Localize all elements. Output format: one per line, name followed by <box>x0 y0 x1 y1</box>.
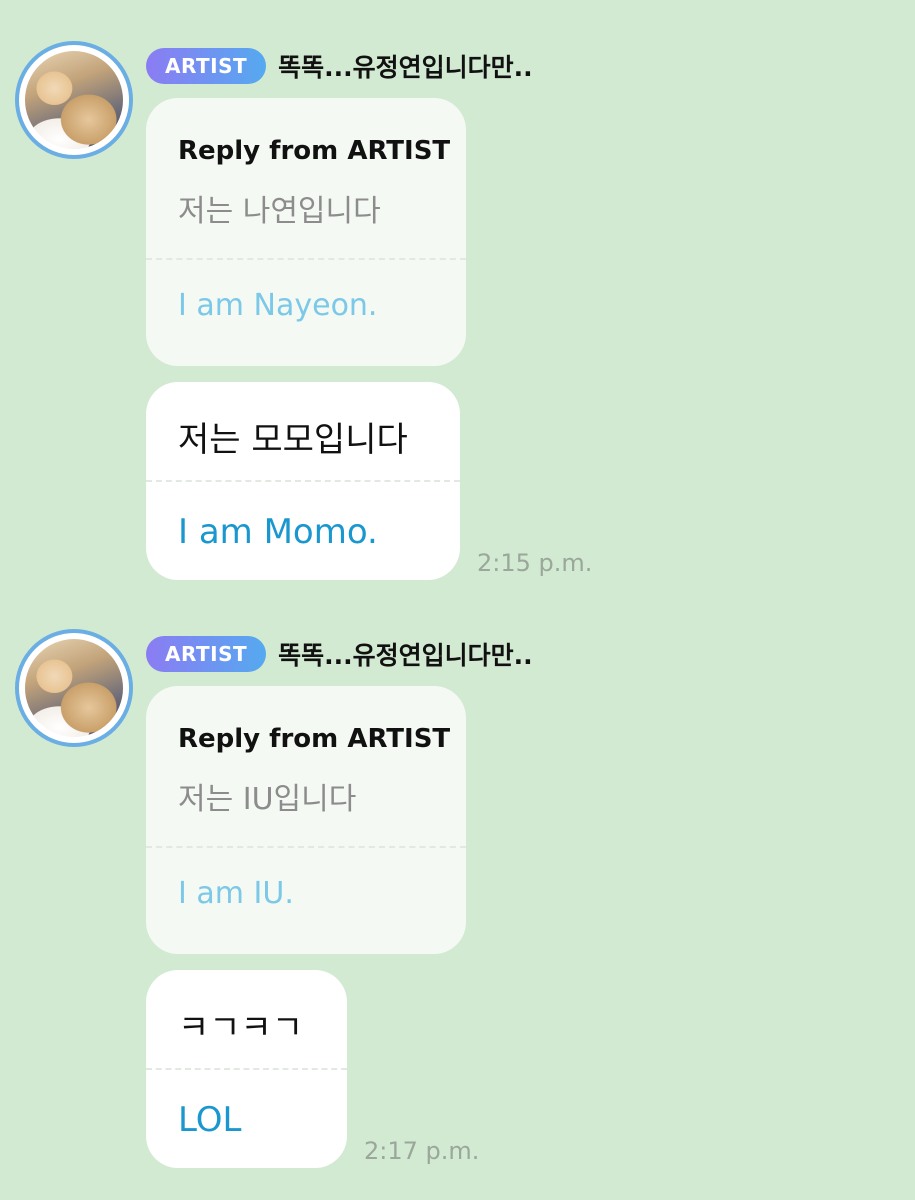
reply-title: Reply from ARTIST <box>178 136 451 166</box>
sender-header: ARTIST 똑똑...유정연입니다만.. <box>146 48 533 84</box>
artist-name[interactable]: 똑똑...유정연입니다만.. <box>278 636 533 672</box>
message-korean-text: 저는 모모입니다 <box>178 420 408 460</box>
avatar[interactable] <box>15 41 133 159</box>
reply-korean-text: 저는 나연입니다 <box>178 194 381 229</box>
divider <box>146 480 460 482</box>
artist-badge: ARTIST <box>146 636 267 672</box>
avatar-image <box>25 51 123 149</box>
reply-bubble[interactable]: Reply from ARTIST 저는 나연입니다 I am Nayeon. <box>146 98 466 366</box>
divider <box>146 846 466 848</box>
reply-translation-text: I am Nayeon. <box>178 288 378 323</box>
divider <box>146 258 466 260</box>
reply-korean-text: 저는 IU입니다 <box>178 782 357 817</box>
divider <box>146 1068 347 1070</box>
sender-header: ARTIST 똑똑...유정연입니다만.. <box>146 636 533 672</box>
reply-translation-text: I am IU. <box>178 876 294 911</box>
avatar-image <box>25 639 123 737</box>
reply-bubble[interactable]: Reply from ARTIST 저는 IU입니다 I am IU. <box>146 686 466 954</box>
avatar[interactable] <box>15 629 133 747</box>
message-group: ARTIST 똑똑...유정연입니다만.. Reply from ARTIST … <box>0 41 915 581</box>
message-translation-text: LOL <box>178 1100 242 1140</box>
message-translation-text: I am Momo. <box>178 512 378 552</box>
timestamp: 2:17 p.m. <box>364 1137 480 1165</box>
artist-badge: ARTIST <box>146 48 267 84</box>
reply-title: Reply from ARTIST <box>178 724 451 754</box>
artist-name[interactable]: 똑똑...유정연입니다만.. <box>278 48 533 84</box>
timestamp: 2:15 p.m. <box>477 549 593 577</box>
message-group: ARTIST 똑똑...유정연입니다만.. Reply from ARTIST … <box>0 629 915 1169</box>
message-bubble[interactable]: 저는 모모입니다 I am Momo. <box>146 382 460 580</box>
message-korean-text: ㅋㄱㅋㄱ <box>178 1008 304 1048</box>
message-bubble[interactable]: ㅋㄱㅋㄱ LOL <box>146 970 347 1168</box>
